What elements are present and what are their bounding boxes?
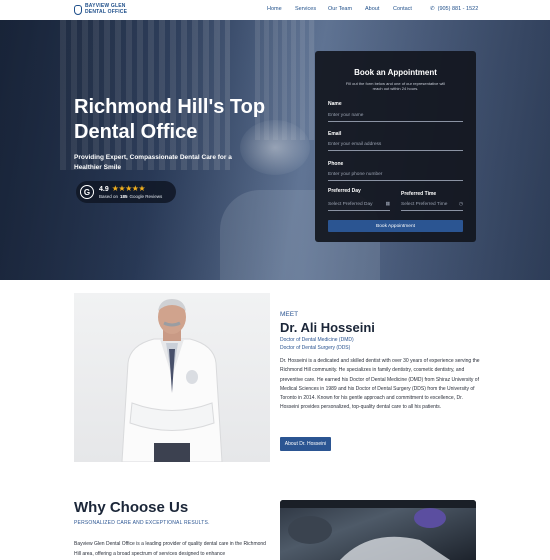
appointment-form: Book an Appointment Fill out the form be…	[315, 51, 476, 242]
doctor-bio: Dr. Hosseini is a dedicated and skilled …	[280, 358, 480, 411]
phone-field[interactable]: Enter your phone number	[328, 169, 463, 181]
book-appointment-button[interactable]: Book Appointment	[328, 220, 463, 232]
header-phone[interactable]: ✆ (905) 881 - 1522	[430, 6, 478, 12]
why-title: Why Choose Us	[74, 499, 189, 516]
nav-contact[interactable]: Contact	[393, 6, 412, 12]
form-description: Fill out the form below and one of our r…	[345, 81, 446, 91]
tooth-logo-icon	[74, 4, 82, 15]
doctor-name: Dr. Ali Hosseini	[280, 320, 375, 335]
rating-stars: ★★★★★	[112, 184, 146, 193]
degree-dmd-text: Doctor of Dental Medicine	[280, 337, 338, 343]
form-title: Book an Appointment	[354, 68, 437, 77]
name-label: Name	[328, 101, 342, 107]
google-rating-badge[interactable]: G 4.9 ★★★★★ Based on 185 Google Reviews	[76, 181, 176, 203]
preferred-day-field[interactable]: Select Preferred Day ▦	[328, 199, 390, 211]
nav-about[interactable]: About	[365, 6, 379, 12]
doctor-degree-dmd: Doctor of Dental Medicine (DMD)	[280, 337, 354, 343]
preferred-time-label: Preferred Time	[401, 191, 437, 197]
logo-text: BAYVIEW GLEN DENTAL OFFICE	[85, 3, 128, 15]
why-subtitle: PERSONALIZED CARE AND EXCEPTIONAL RESULT…	[74, 520, 210, 526]
why-body: Bayview Glen Dental Office is a leading …	[74, 541, 266, 557]
meet-kicker: MEET	[280, 311, 299, 318]
nav-our-team[interactable]: Our Team	[328, 6, 352, 12]
rating-caption: Based on 185 Google Reviews	[99, 194, 162, 199]
rating-count: 185	[120, 194, 128, 199]
day-placeholder: Select Preferred Day	[328, 202, 373, 207]
nav-home[interactable]: Home	[267, 6, 282, 12]
why-clinic-photo	[280, 500, 476, 560]
clock-icon: ◷	[458, 202, 463, 207]
star-icon: ★	[138, 184, 146, 193]
doctor-portrait	[74, 293, 270, 462]
degree-dmd-abbr: (DMD)	[338, 337, 354, 343]
rating-content: 4.9 ★★★★★ Based on 185 Google Reviews	[99, 184, 162, 200]
hero-title: Richmond Hill's Top Dental Office	[74, 96, 266, 143]
time-placeholder: Select Preferred Time	[401, 202, 448, 207]
nav-services[interactable]: Services	[295, 6, 316, 12]
preferred-time-field[interactable]: Select Preferred Time ◷	[401, 199, 463, 211]
star-icon: ★	[125, 184, 132, 193]
rating-source: Google Reviews	[129, 194, 163, 199]
site-header: BAYVIEW GLEN DENTAL OFFICE Home Services…	[0, 0, 550, 20]
email-field[interactable]: Enter your email address	[328, 139, 463, 151]
preferred-day-label: Preferred Day	[328, 188, 361, 194]
logo-line-2: DENTAL OFFICE	[85, 8, 128, 15]
clinic-photo-illustration	[280, 500, 476, 560]
phone-icon: ✆	[430, 6, 435, 12]
phone-label: Phone	[328, 161, 344, 167]
phone-number: (905) 881 - 1522	[437, 6, 479, 12]
degree-dds-text: Doctor of Dental Surgery	[280, 345, 336, 351]
doctor-degree-dds: Doctor of Dental Surgery (DDS)	[280, 345, 350, 351]
about-doctor-button[interactable]: About Dr. Hosseini	[280, 437, 331, 451]
degree-dds-abbr: (DDS)	[336, 345, 351, 351]
hero-subtitle: Providing Expert, Compassionate Dental C…	[74, 154, 232, 171]
rating-based-on: Based on	[99, 194, 119, 199]
name-placeholder: Enter your name	[328, 113, 364, 118]
rating-score: 4.9	[99, 185, 109, 193]
email-placeholder: Enter your email address	[328, 142, 382, 147]
doctor-portrait-illustration	[121, 299, 223, 462]
site-logo[interactable]: BAYVIEW GLEN DENTAL OFFICE	[74, 3, 128, 15]
google-icon: G	[80, 185, 94, 199]
email-label: Email	[328, 131, 342, 137]
name-field[interactable]: Enter your name	[328, 110, 463, 122]
calendar-icon: ▦	[385, 202, 390, 207]
phone-placeholder: Enter your phone number	[328, 172, 383, 177]
